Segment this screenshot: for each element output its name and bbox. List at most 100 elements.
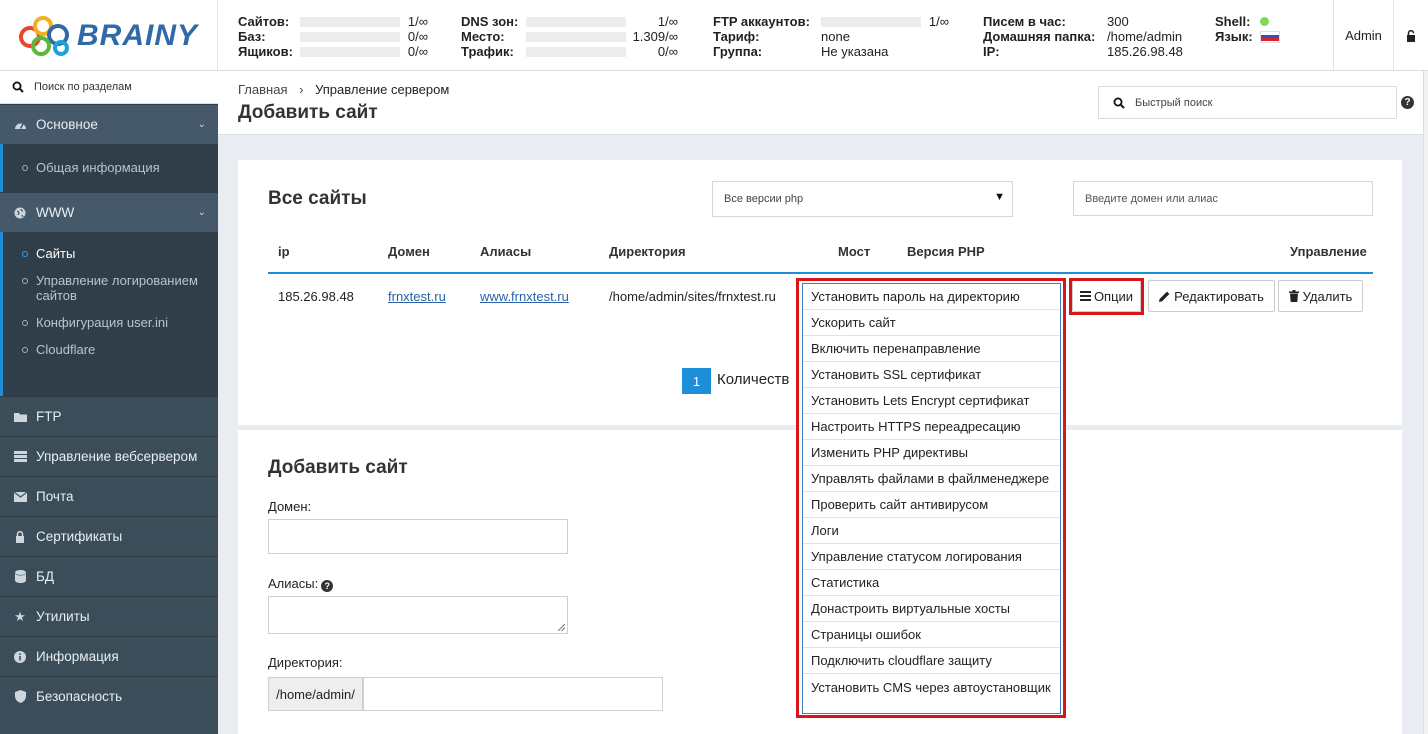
menu-item-https-redirect[interactable]: Настроить HTTPS переадресацию [803,414,1060,440]
shield-icon [13,690,27,703]
menu-item-lets-encrypt[interactable]: Установить Lets Encrypt сертификат [803,388,1060,414]
logout-button[interactable] [1393,0,1428,71]
stat-bar [526,46,626,57]
server-icon [13,451,27,462]
column-header-directory: Директория [609,244,686,259]
stats-column-4: Писем в час: 300 Домашняя папка: /home/adm… [983,14,1183,59]
stat-value: 0/∞ [407,44,428,59]
stat-bar [821,16,921,27]
menu-item-statistics[interactable]: Статистика [803,570,1060,596]
menu-item-install-cms[interactable]: Установить CMS через автоустановщик [803,674,1060,713]
caret-down-icon: ▼ [994,191,1005,203]
sidebar-section-www[interactable]: WWW ⌄ [0,192,218,232]
pagination-page-1[interactable]: 1 [682,368,711,394]
search-icon [1113,97,1125,109]
delete-button[interactable]: Удалить [1278,280,1363,312]
sidebar-item-user-ini[interactable]: Конфигурация user.ini [3,309,218,336]
sidebar-item-general-info[interactable]: Общая информация [3,154,218,181]
aliases-textarea[interactable] [268,596,568,634]
sidebar-section-ftp[interactable]: FTP [0,396,218,436]
php-version-selected: Все версии php [724,193,804,205]
bullet-icon [22,320,28,326]
sidebar-search[interactable]: Поиск по разделам [0,71,218,104]
help-icon[interactable]: ? [1401,96,1414,109]
sidebar-item-logging[interactable]: Управление логированием сайтов [3,267,218,309]
sidebar-submenu-www: Сайты Управление логированием сайтов Кон… [0,232,218,396]
trash-icon [1288,290,1299,302]
menu-item-install-ssl[interactable]: Установить SSL сертификат [803,362,1060,388]
sidebar-section-main[interactable]: Основное ⌄ [0,104,218,144]
aliases-label: Алиасы: [268,576,319,591]
sidebar-section-label: Почта [36,489,74,504]
stat-value: 1/∞ [928,14,949,29]
menu-item-error-pages[interactable]: Страницы ошибок [803,622,1060,648]
stats-column-2: DNS зон: 1/∞ Место: 1.309/∞ Трафик: 0/∞ [461,14,678,59]
menu-item-enable-redirect[interactable]: Включить перенаправление [803,336,1060,362]
directory-input[interactable] [363,677,663,711]
sidebar-section-security[interactable]: Безопасность [0,676,218,716]
menu-item-set-dir-password[interactable]: Установить пароль на директорию [803,284,1060,310]
sidebar-section-mail[interactable]: Почта [0,476,218,516]
menu-item-logs[interactable]: Логи [803,518,1060,544]
folder-icon [13,412,27,422]
quick-search-input[interactable]: Быстрый поиск [1098,86,1397,119]
stat-value: 0/∞ [407,29,428,44]
globe-icon [13,207,27,219]
directory-label: Директория: [268,655,343,670]
sidebar-section-webserver[interactable]: Управление вебсервером [0,436,218,476]
menu-item-logging-status[interactable]: Управление статусом логирования [803,544,1060,570]
column-header-domain: Домен [388,244,430,259]
stat-label: Сайтов: [238,14,290,29]
sidebar-section-utilities[interactable]: ★ Утилиты [0,596,218,636]
sidebar-section-label: FTP [36,409,62,424]
stat-bar [300,31,400,42]
column-header-php-version: Версия PHP [907,244,985,259]
user-menu[interactable]: Admin [1333,0,1393,71]
domain-input[interactable] [268,519,568,554]
stat-value: 185.26.98.48 [1107,44,1183,59]
sidebar-section-certificates[interactable]: Сертификаты [0,516,218,556]
russia-flag-icon[interactable] [1260,30,1280,43]
dashboard-icon [13,119,27,130]
resize-handle-icon[interactable] [558,624,565,631]
search-icon [12,81,24,93]
column-header-bridge: Мост [838,244,871,259]
quick-search-placeholder: Быстрый поиск [1135,96,1213,109]
sidebar-item-label: Общая информация [36,160,160,175]
sidebar-item-cloudflare[interactable]: Cloudflare [3,336,218,363]
menu-item-speed-up[interactable]: Ускорить сайт [803,310,1060,336]
menu-item-file-manager[interactable]: Управлять файлами в файлменеджере [803,466,1060,492]
menu-item-php-directives[interactable]: Изменить PHP директивы [803,440,1060,466]
column-header-aliases: Алиасы [480,244,532,259]
sidebar-submenu-main: Общая информация [0,144,218,192]
breadcrumb-home[interactable]: Главная [238,82,287,97]
sidebar-section-label: Утилиты [36,609,90,624]
stat-label: Ящиков: [238,44,293,59]
row-domain-link[interactable]: frnxtest.ru [388,289,446,304]
database-icon [13,570,27,583]
menu-item-cloudflare[interactable]: Подключить cloudflare защиту [803,648,1060,674]
breadcrumb: Главная › Управление сервером [238,82,449,97]
domain-search-input[interactable]: Введите домен или алиас [1073,181,1373,216]
stat-label: FTP аккаунтов: [713,14,810,29]
sidebar-section-info[interactable]: Информация [0,636,218,676]
row-alias-link[interactable]: www.frnxtest.ru [480,289,569,304]
sidebar-item-sites[interactable]: Сайты [3,240,218,267]
logo[interactable]: BRAINY [0,0,218,71]
gears-icon [18,15,75,56]
stats-column-5: Shell: Язык: [1215,14,1280,44]
help-icon[interactable]: ? [321,580,334,592]
sidebar: Поиск по разделам Основное ⌄ Общая инфор… [0,71,218,734]
breadcrumb-current[interactable]: Управление сервером [315,82,449,97]
row-directory: /home/admin/sites/frnxtest.ru [609,289,776,304]
sidebar-section-db[interactable]: БД [0,556,218,596]
menu-item-virtual-hosts[interactable]: Донастроить виртуальные хосты [803,596,1060,622]
sidebar-section-label: БД [36,569,55,584]
menu-item-antivirus[interactable]: Проверить сайт антивирусом [803,492,1060,518]
edit-button[interactable]: Редактировать [1148,280,1275,312]
lock-icon [13,530,27,543]
bullet-icon [22,278,28,284]
php-version-select[interactable]: Все версии php ▼ [712,181,1013,217]
delete-button-label: Удалить [1302,288,1353,304]
page-scrollbar[interactable] [1423,71,1428,734]
